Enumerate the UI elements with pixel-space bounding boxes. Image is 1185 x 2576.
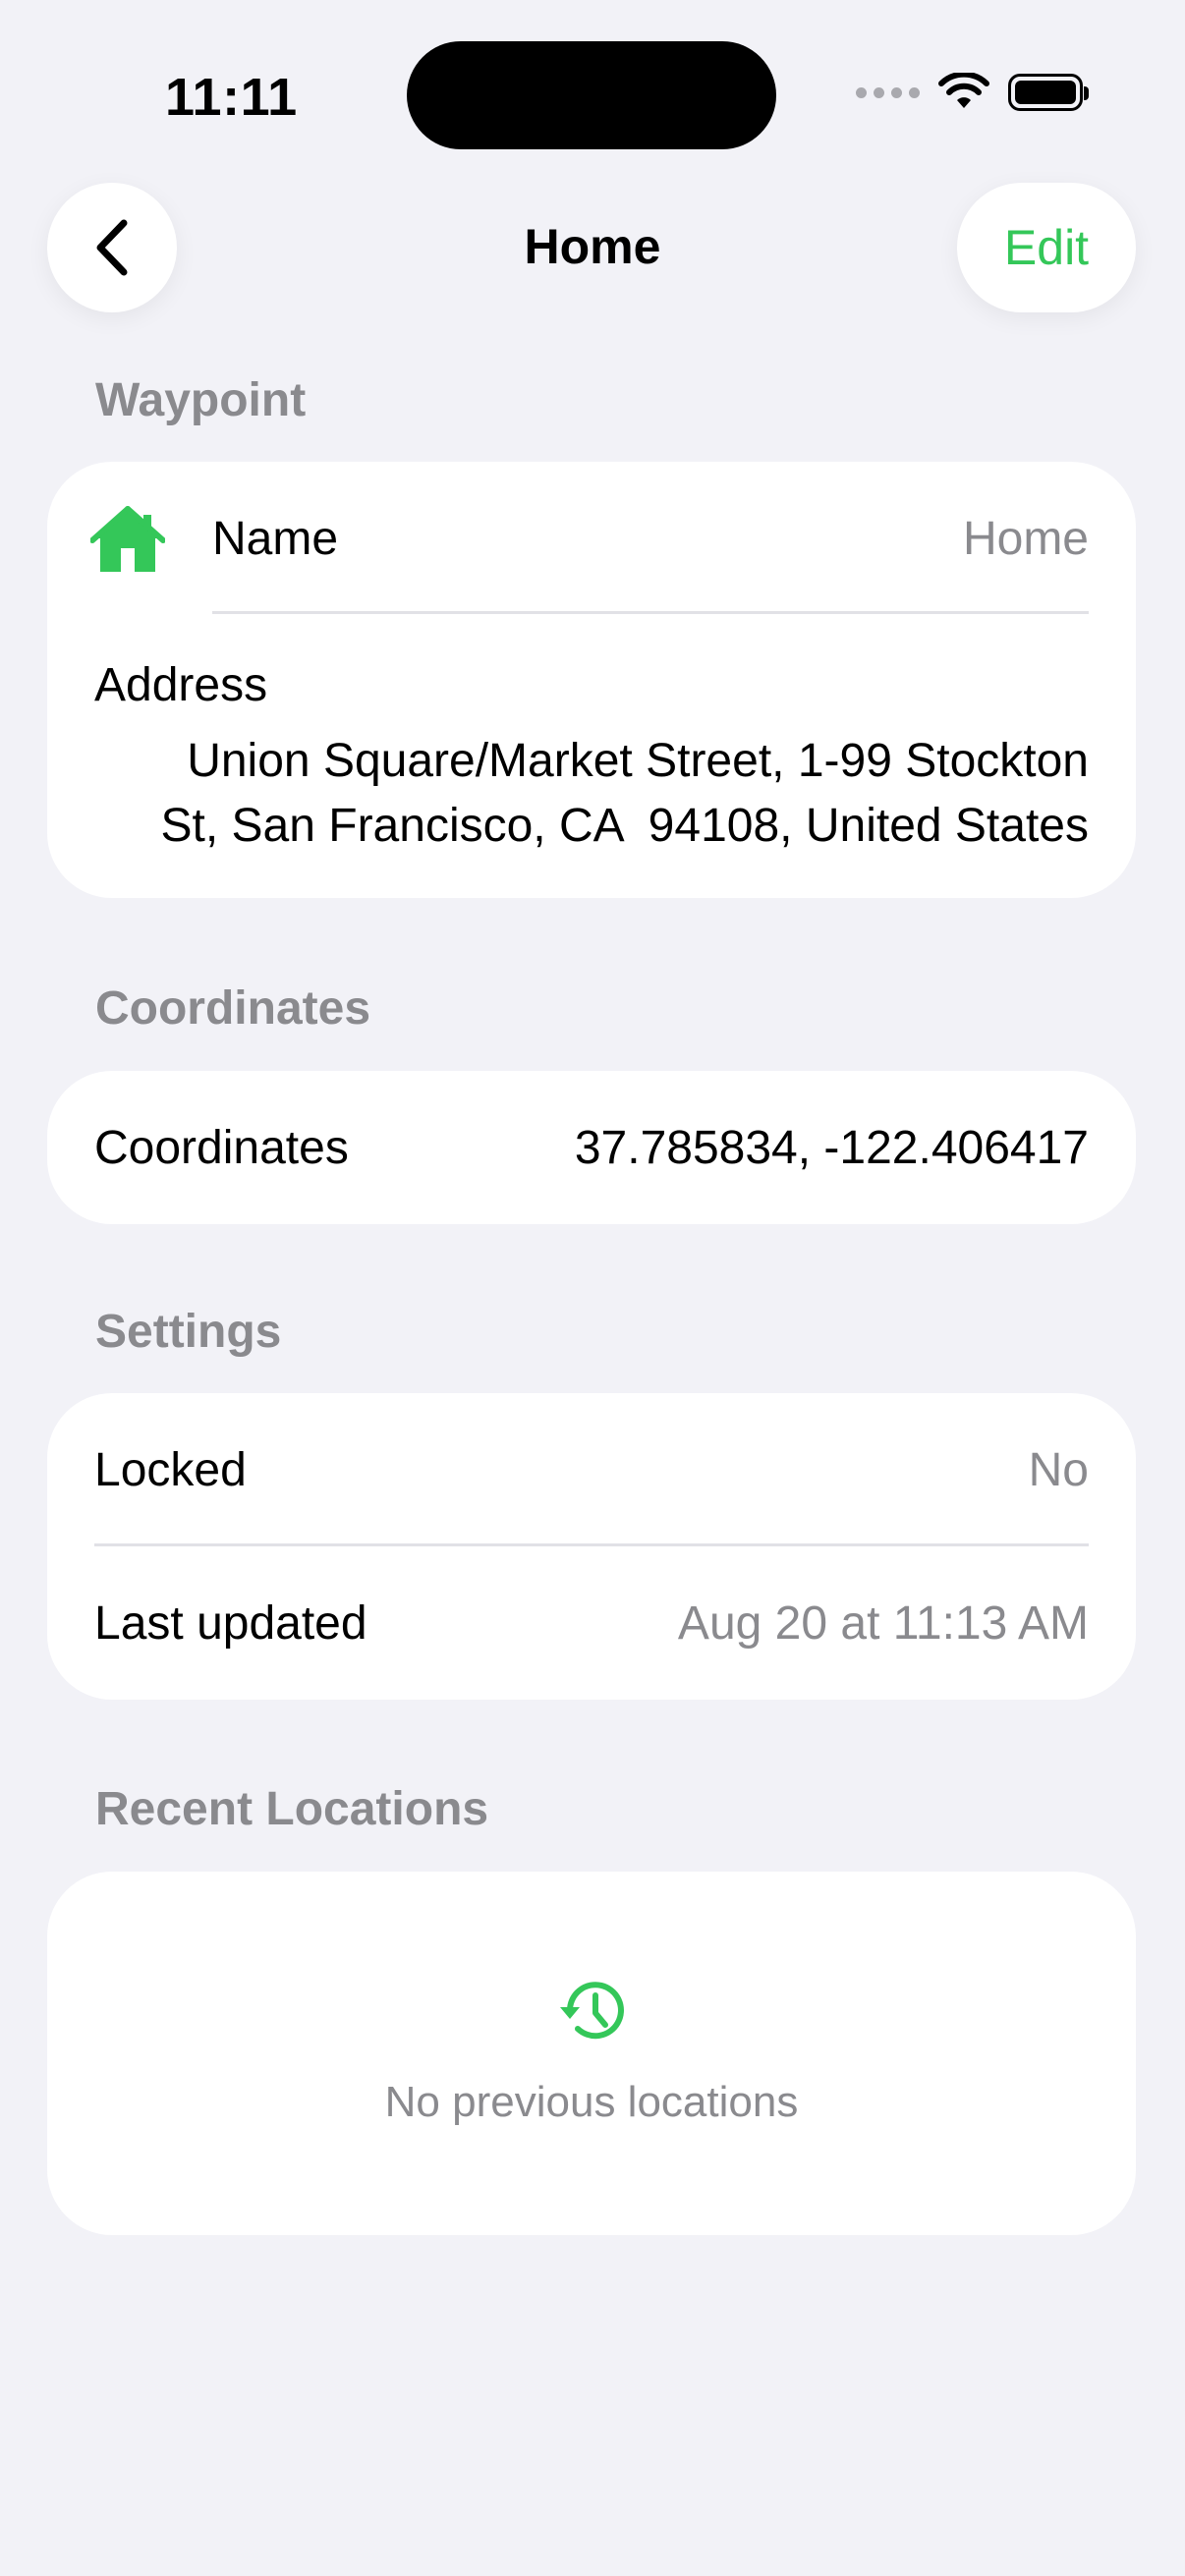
- recent-locations-card: No previous locations: [47, 1872, 1136, 2235]
- dynamic-island: [407, 41, 776, 149]
- name-value: Home: [962, 512, 1089, 565]
- status-time: 11:11: [165, 68, 298, 127]
- settings-section-header: Settings: [95, 1306, 282, 1358]
- wifi-icon: [938, 73, 989, 108]
- locked-value: No: [1028, 1443, 1089, 1496]
- recent-locations-section-header: Recent Locations: [95, 1783, 489, 1835]
- last-updated-row: Last updated Aug 20 at 11:13 AM: [47, 1546, 1136, 1700]
- empty-state-text: No previous locations: [384, 2078, 799, 2126]
- address-label: Address: [94, 659, 268, 711]
- waypoint-card: Name Home Address Union Square/Market St…: [47, 462, 1136, 898]
- edit-button[interactable]: Edit: [957, 183, 1136, 312]
- divider: [212, 611, 1089, 614]
- coordinates-label: Coordinates: [94, 1121, 349, 1174]
- cellular-signal-icon: [856, 86, 920, 98]
- coordinates-card: Coordinates 37.785834, -122.406417: [47, 1071, 1136, 1224]
- locked-label: Locked: [94, 1443, 247, 1496]
- last-updated-value: Aug 20 at 11:13 AM: [677, 1596, 1089, 1650]
- name-label: Name: [212, 512, 339, 565]
- history-icon: [560, 1982, 624, 2040]
- waypoint-section-header: Waypoint: [95, 374, 307, 426]
- last-updated-label: Last updated: [94, 1596, 367, 1650]
- house-icon: [90, 506, 165, 572]
- coordinates-value: 37.785834, -122.406417: [574, 1121, 1089, 1174]
- name-row[interactable]: Name Home: [47, 462, 1136, 615]
- settings-card: Locked No Last updated Aug 20 at 11:13 A…: [47, 1393, 1136, 1700]
- coordinates-section-header: Coordinates: [95, 982, 371, 1035]
- address-line-2: St, San Francisco, CA 94108, United Stat…: [160, 800, 1089, 852]
- coordinates-row[interactable]: Coordinates 37.785834, -122.406417: [47, 1071, 1136, 1224]
- address-line-1: Union Square/Market Street, 1-99 Stockto…: [187, 735, 1089, 787]
- locked-row[interactable]: Locked No: [47, 1393, 1136, 1546]
- status-indicators: [856, 73, 1089, 112]
- battery-icon: [1008, 74, 1089, 111]
